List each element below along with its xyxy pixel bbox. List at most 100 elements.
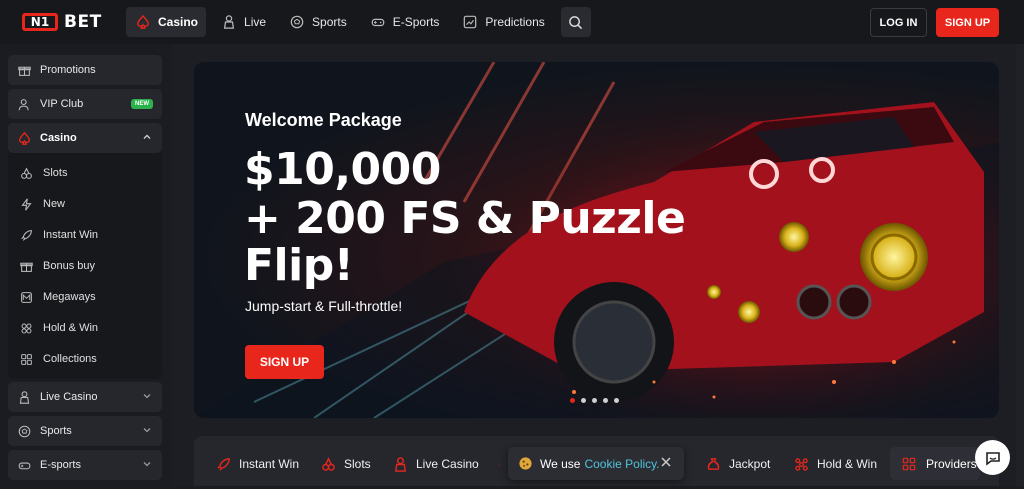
category-instant-win[interactable]: Instant Win: [216, 439, 299, 489]
carousel-dot[interactable]: [570, 398, 575, 403]
sidebar: Promotions VIP Club NEW Casino Slots New…: [0, 44, 172, 486]
search-icon: [569, 15, 583, 29]
sidebar-item-vip[interactable]: VIP Club NEW: [8, 89, 162, 119]
nav-esports[interactable]: E-Sports: [361, 7, 448, 37]
main-nav: Casino Live Sports E-Sports Predictions: [126, 0, 591, 44]
category-label: Hold & Win: [817, 457, 878, 471]
sidebar-item-live-casino[interactable]: Live Casino: [8, 382, 162, 412]
sidebar-item-casino[interactable]: Casino: [8, 123, 162, 153]
search-button[interactable]: [560, 7, 591, 37]
sidebar-item-label: VIP Club: [40, 98, 84, 110]
nav-esports-label: E-Sports: [392, 15, 440, 29]
money-bag-icon: [707, 457, 720, 470]
sidebar-subitem-label: Megaways: [43, 291, 96, 303]
rocket-icon: [21, 229, 32, 241]
cookie-text: We use: [540, 456, 581, 471]
sidebar-subitem-label: Hold & Win: [43, 322, 99, 334]
sidebar-subitem-label: Collections: [43, 353, 97, 365]
logo-mark: N1: [22, 13, 58, 31]
sidebar-casino-group: Casino Slots New Instant Win Bonus buy M…: [8, 123, 162, 379]
signup-button[interactable]: SIGN UP: [936, 8, 999, 37]
nav-live-label: Live: [244, 15, 267, 29]
nav-sports-label: Sports: [312, 15, 347, 29]
top-navigation-bar: N1 BET Casino Live Sports E-Sports Predi…: [0, 0, 1024, 44]
sidebar-subitem-bonus-buy[interactable]: Bonus buy: [8, 252, 162, 280]
category-jackpot[interactable]: Jackpot: [706, 439, 770, 489]
nav-predictions-label: Predictions: [485, 15, 545, 29]
category-live-casino[interactable]: Live Casino: [393, 439, 479, 489]
hero-banner[interactable]: Welcome Package $10,000 + 200 FS & Puzzl…: [194, 62, 999, 418]
dealer-icon: [395, 456, 406, 472]
grid-icon: [902, 457, 916, 470]
chevron-up-icon: [143, 134, 151, 139]
cherries-icon: [21, 166, 32, 179]
hero-signup-button[interactable]: SIGN UP: [245, 345, 324, 379]
dealer-icon: [19, 390, 30, 404]
category-slots[interactable]: Slots: [321, 439, 371, 489]
nav-casino-label: Casino: [158, 15, 199, 29]
megaways-icon: [21, 291, 32, 303]
sidebar-item-label: Promotions: [40, 64, 96, 76]
category-label: Providers: [926, 456, 977, 471]
chat-icon: [985, 451, 1000, 466]
cookie-icon: [519, 457, 532, 470]
hero-offer-line: Flip!: [244, 240, 354, 291]
chevron-down-icon: [143, 394, 151, 399]
sidebar-item-label: Live Casino: [40, 391, 98, 403]
carousel-dots: [570, 398, 625, 403]
n1bet-logo[interactable]: N1 BET: [22, 12, 120, 32]
sidebar-item-label: Casino: [40, 132, 77, 144]
sidebar-subitem-new[interactable]: New: [8, 190, 162, 218]
sidebar-subitem-megaways[interactable]: Megaways: [8, 283, 162, 311]
category-label: Instant Win: [239, 457, 300, 471]
chevron-down-icon: [143, 428, 151, 433]
category-label: Slots: [344, 457, 371, 471]
sidebar-item-esports[interactable]: E-sports: [8, 450, 162, 480]
login-button[interactable]: LOG IN: [870, 8, 927, 37]
nav-predictions[interactable]: Predictions: [453, 7, 552, 37]
category-hidden[interactable]: [498, 439, 508, 489]
sidebar-subitem-collections[interactable]: Collections: [8, 345, 162, 373]
dealer-icon: [223, 15, 235, 29]
sidebar-subitem-label: Slots: [43, 167, 68, 179]
sidebar-subitem-label: Bonus buy: [43, 260, 95, 272]
category-hold-win[interactable]: Hold & Win: [794, 439, 877, 489]
spade-icon: [18, 131, 31, 145]
page-scrollbar[interactable]: [1016, 44, 1024, 486]
carousel-dot[interactable]: [614, 398, 619, 403]
trophy-icon: [498, 463, 500, 465]
nav-sports[interactable]: Sports: [280, 7, 355, 37]
sidebar-item-label: E-sports: [40, 459, 81, 471]
chart-icon: [464, 15, 477, 29]
carousel-dot[interactable]: [592, 398, 597, 403]
user-icon: [18, 98, 29, 110]
logo-text: BET: [64, 12, 102, 32]
hero-amount: $10,000: [244, 144, 441, 195]
soccer-ball-icon: [18, 425, 31, 437]
sidebar-subitem-hold-win[interactable]: Hold & Win: [8, 314, 162, 342]
nav-casino[interactable]: Casino: [126, 7, 207, 37]
close-icon[interactable]: [660, 456, 672, 468]
cookie-policy-link[interactable]: Cookie Policy.: [584, 457, 659, 471]
sidebar-item-label: Sports: [40, 425, 72, 437]
lightning-icon: [21, 197, 32, 211]
hold-win-icon: [21, 323, 32, 333]
cookie-notice: We use Cookie Policy.: [508, 447, 684, 480]
soccer-ball-icon: [290, 15, 304, 29]
carousel-dot[interactable]: [603, 398, 608, 403]
carousel-dot[interactable]: [581, 398, 586, 403]
sidebar-subitem-instant-win[interactable]: Instant Win: [8, 221, 162, 249]
gamepad-icon: [18, 462, 31, 469]
live-chat-button[interactable]: [975, 440, 1010, 475]
hero-offer-line: + 200 FS & Puzzle: [244, 193, 686, 244]
nav-live[interactable]: Live: [212, 7, 274, 37]
sidebar-subitem-label: New: [43, 198, 66, 210]
sidebar-item-promotions[interactable]: Promotions: [8, 55, 162, 85]
grid-icon: [21, 353, 32, 365]
chevron-down-icon: [143, 462, 151, 467]
category-providers[interactable]: Providers: [890, 447, 980, 480]
sidebar-item-sports[interactable]: Sports: [8, 416, 162, 446]
sidebar-subitem-slots[interactable]: Slots: [8, 159, 162, 187]
hero-welcome: Welcome Package: [245, 110, 402, 130]
sidebar-subitem-label: Instant Win: [43, 229, 99, 241]
